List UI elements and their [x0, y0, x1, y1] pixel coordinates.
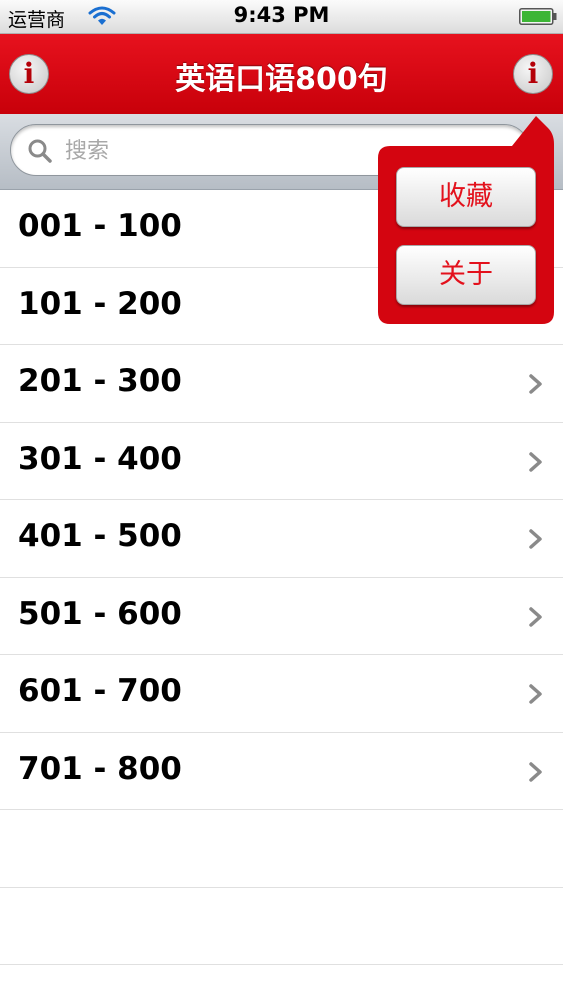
chevron-right-icon — [529, 374, 542, 394]
status-time: 9:43 PM — [233, 3, 330, 27]
list-item[interactable]: 601 - 700 — [0, 655, 563, 733]
info-right-icon[interactable]: i — [513, 54, 553, 94]
chevron-right-icon — [529, 451, 542, 472]
battery-icon — [519, 8, 557, 25]
search-icon — [28, 139, 52, 163]
list-item[interactable]: 401 - 500 — [0, 500, 563, 578]
status-bar: 运营商 9:43 PM — [0, 0, 563, 34]
search-input[interactable] — [63, 133, 367, 169]
list-item-label: 601 - 700 — [18, 673, 182, 709]
chevron-right-icon — [529, 684, 542, 704]
list-item-label: 401 - 500 — [18, 518, 182, 554]
list-item[interactable]: 501 - 600 — [0, 577, 563, 655]
list-item-label: 201 - 300 — [18, 363, 182, 399]
list-item[interactable]: 701 - 800 — [0, 732, 563, 810]
list-item[interactable]: 301 - 400 — [0, 422, 563, 500]
list-item-label: 501 - 600 — [18, 595, 182, 632]
list-item-label: 701 - 800 — [18, 750, 182, 787]
navigation-bar: i 英语口语800句 i — [0, 34, 563, 114]
chevron-right-icon — [529, 606, 542, 627]
list-item-label: 101 - 200 — [18, 285, 182, 322]
chevron-right-icon — [529, 529, 542, 549]
page-title: 英语口语800句 — [175, 62, 388, 97]
empty-row — [0, 810, 563, 888]
popover-menu: 收藏 关于 — [378, 114, 554, 324]
list-item[interactable]: 201 - 300 — [0, 345, 563, 423]
list-item-label: 001 - 100 — [18, 208, 182, 244]
about-button[interactable]: 关于 — [396, 245, 536, 305]
favorites-button[interactable]: 收藏 — [396, 167, 536, 227]
list-item-label: 301 - 400 — [18, 440, 182, 477]
chevron-right-icon — [529, 761, 542, 782]
empty-row — [0, 887, 563, 965]
